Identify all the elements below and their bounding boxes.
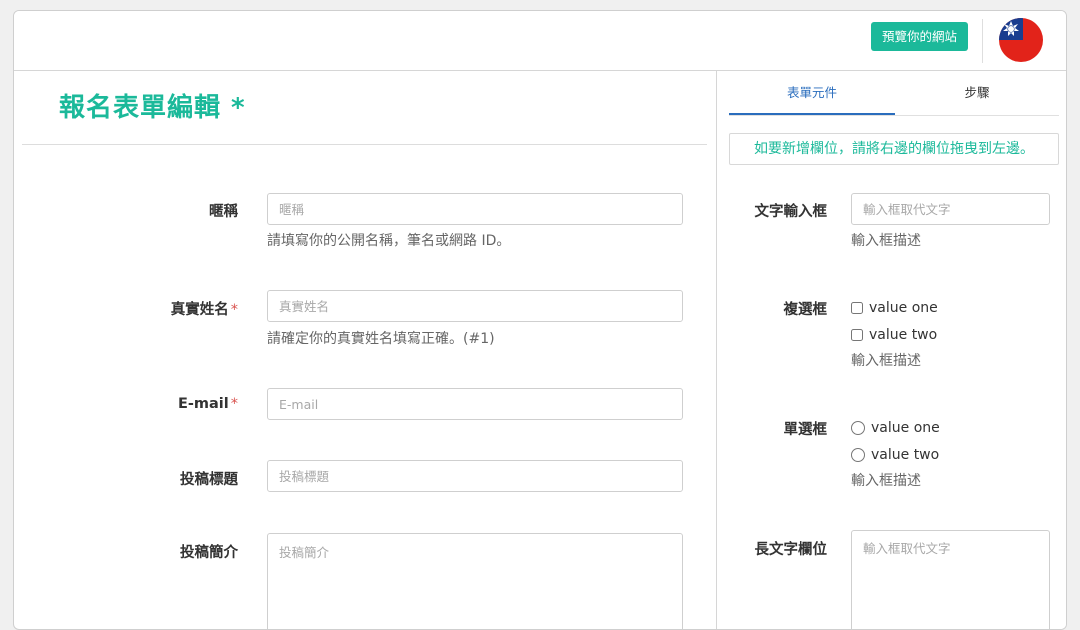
field-label-submission-summary: 投稿簡介 (180, 545, 238, 561)
email-input[interactable] (267, 388, 683, 420)
title-divider (22, 144, 707, 145)
component-label-radio[interactable]: 單選框 (707, 418, 828, 439)
real-name-input[interactable] (267, 290, 683, 322)
radio-icon[interactable] (851, 448, 865, 462)
page-title: 報名表單編輯 * (59, 93, 246, 123)
component-radio-option[interactable]: value one (851, 419, 940, 437)
preview-site-button[interactable]: 預覽你的網站 (871, 22, 969, 51)
field-label-submission-title: 投稿標題 (180, 472, 238, 488)
required-mark: * (230, 396, 238, 412)
component-textarea[interactable] (851, 530, 1050, 629)
component-checkbox-option[interactable]: value one (851, 299, 938, 317)
component-text-input-desc: 輸入框描述 (851, 233, 921, 249)
components-pane: 表單元件 步驟 如要新增欄位，請將右邊的欄位拖曳到左邊。 文字輸入框 輸入框描述… (718, 71, 1066, 629)
submission-summary-textarea[interactable] (267, 533, 683, 629)
component-checkbox-desc: 輸入框描述 (851, 353, 921, 369)
component-radio-desc: 輸入框描述 (851, 473, 921, 489)
tab-form-components[interactable]: 表單元件 (729, 71, 895, 115)
component-text-input[interactable] (851, 193, 1050, 225)
top-bar: 預覽你的網站 (14, 11, 1066, 71)
nickname-input[interactable] (267, 193, 683, 225)
taiwan-flag-icon[interactable] (999, 18, 1043, 62)
radio-icon[interactable] (851, 421, 865, 435)
field-label-real-name: 真實姓名 * (170, 302, 238, 318)
checkbox-icon[interactable] (851, 329, 863, 341)
component-checkbox-option[interactable]: value two (851, 326, 937, 344)
required-mark: * (230, 302, 238, 318)
drag-hint: 如要新增欄位，請將右邊的欄位拖曳到左邊。 (729, 133, 1059, 165)
field-label-email: E-mail * (177, 396, 238, 412)
component-label-textarea[interactable]: 長文字欄位 (707, 538, 828, 559)
tab-steps[interactable]: 步驟 (895, 71, 1059, 115)
checkbox-icon[interactable] (851, 302, 863, 314)
app-window: 預覽你的網站 報名表單編輯 * 暱稱 請填寫你的公開名稱，筆名或網路 ID。 真… (13, 10, 1067, 630)
form-editor-pane: 報名表單編輯 * 暱稱 請填寫你的公開名稱，筆名或網路 ID。 真實姓名* 請確… (14, 71, 717, 629)
nickname-help: 請填寫你的公開名稱，筆名或網路 ID。 (267, 233, 511, 249)
topbar-divider (982, 19, 983, 63)
component-label-text-input[interactable]: 文字輸入框 (707, 200, 828, 221)
component-radio-option[interactable]: value two (851, 446, 939, 464)
real-name-help: 請確定你的真實姓名填寫正確。(#1) (267, 331, 495, 347)
submission-title-input[interactable] (267, 460, 683, 492)
field-label-nickname: 暱稱 (209, 204, 238, 220)
component-label-checkbox[interactable]: 複選框 (707, 298, 828, 319)
tab-divider (729, 115, 1059, 116)
